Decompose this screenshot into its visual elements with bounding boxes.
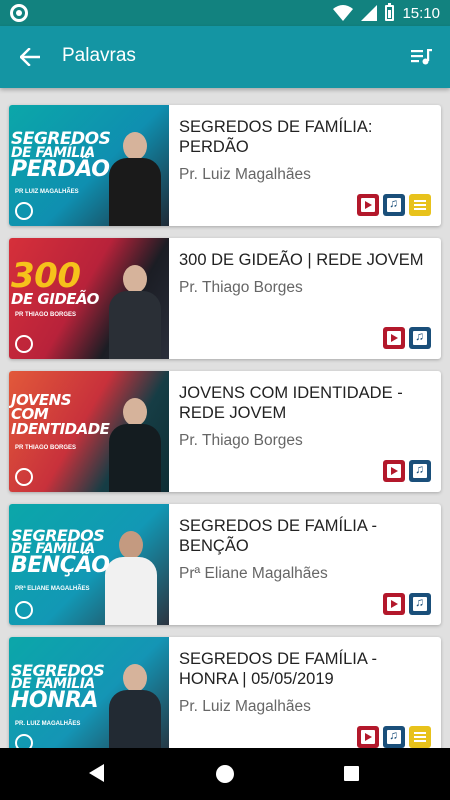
wifi-icon (333, 5, 354, 21)
audio-icon[interactable] (409, 327, 431, 349)
playlist-button[interactable] (406, 41, 438, 73)
status-icons: 15:10 (333, 3, 440, 23)
nav-recents-icon[interactable] (344, 766, 359, 781)
thumbnail-line: HONRA (11, 688, 99, 714)
thumbnail-subtitle: PR LUIZ MAGALHÃES (15, 189, 79, 195)
sermon-thumbnail: SEGREDOS DE FAMÍLIA PERDÃO PR LUIZ MAGAL… (9, 105, 169, 226)
system-nav-bar (0, 748, 450, 800)
battery-icon (385, 3, 395, 21)
sermon-title: SEGREDOS DE FAMÍLIA - HONRA | 05/05/2019 (179, 650, 378, 688)
sermon-title: SEGREDOS DE FAMÍLIA: PERDÃO (179, 118, 373, 156)
video-icon[interactable] (357, 194, 379, 216)
thumbnail-line: IDENTIDADE (11, 419, 110, 438)
sermon-thumbnail: SEGREDOS DE FAMÍLIA HONRA PR. LUIZ MAGAL… (9, 637, 169, 748)
audio-icon[interactable] (409, 593, 431, 615)
church-logo-icon (15, 601, 33, 619)
sermon-title: JOVENS COM IDENTIDADE - REDE JOVEM (179, 384, 403, 422)
rede-jovem-logo-icon (15, 468, 33, 486)
sermon-card[interactable]: SEGREDOS DE FAMÍLIA HONRA PR. LUIZ MAGAL… (9, 637, 441, 748)
thumbnail-subtitle: PR THIAGO BORGES (15, 312, 77, 318)
thumbnail-line: PERDÃO (11, 157, 110, 183)
nav-back-icon[interactable] (89, 764, 104, 782)
thumbnail-line: BENÇÃO (11, 553, 110, 579)
sermon-card[interactable]: SEGREDOS DE FAMÍLIA PERDÃO PR LUIZ MAGAL… (9, 105, 441, 226)
thumbnail-subtitle: PR. LUIZ MAGALHÃES (15, 721, 81, 727)
text-icon[interactable] (409, 726, 431, 748)
sermon-thumbnail: JOVENS COM IDENTIDADE PR THIAGO BORGES (9, 371, 169, 492)
audio-icon[interactable] (409, 460, 431, 482)
thumbnail-subtitle: PR THIAGO BORGES (15, 445, 77, 451)
sermon-thumbnail: 300 DE GIDEÃO PR THIAGO BORGES (9, 238, 169, 359)
video-icon[interactable] (383, 327, 405, 349)
church-logo-icon (15, 202, 33, 220)
sermon-card[interactable]: JOVENS COM IDENTIDADE PR THIAGO BORGES J… (9, 371, 441, 492)
rede-jovem-logo-icon (15, 335, 33, 353)
sermon-author: Pr. Thiago Borges (179, 432, 303, 449)
audio-icon[interactable] (383, 726, 405, 748)
status-time: 15:10 (402, 4, 440, 22)
video-icon[interactable] (383, 460, 405, 482)
sermon-author: Pr. Thiago Borges (179, 279, 303, 296)
media-icons (383, 593, 431, 615)
sermon-author: Prª Eliane Magalhães (179, 565, 328, 582)
media-icons (383, 327, 431, 349)
nav-home-icon[interactable] (216, 765, 234, 783)
sermon-info: JOVENS COM IDENTIDADE - REDE JOVEM Pr. T… (169, 371, 441, 492)
media-icons (383, 460, 431, 482)
text-icon[interactable] (409, 194, 431, 216)
video-icon[interactable] (357, 726, 379, 748)
notification-icon (10, 4, 28, 22)
media-icons (357, 194, 431, 216)
sermon-info: 300 DE GIDEÃO | REDE JOVEM Pr. Thiago Bo… (169, 238, 441, 359)
sermon-author: Pr. Luiz Magalhães (179, 698, 311, 715)
thumbnail-line: 300 (11, 256, 81, 296)
thumbnail-line: DE GIDEÃO (11, 290, 99, 309)
arrow-back-icon (20, 48, 40, 66)
video-icon[interactable] (383, 593, 405, 615)
sermon-card[interactable]: SEGREDOS DE FAMÍLIA BENÇÃO PRª ELIANE MA… (9, 504, 441, 625)
media-icons (357, 726, 431, 748)
app-bar: Palavras (0, 26, 450, 88)
sermon-info: SEGREDOS DE FAMÍLIA: PERDÃO Pr. Luiz Mag… (169, 105, 441, 226)
church-logo-icon (15, 734, 33, 748)
status-bar: 15:10 (0, 0, 450, 26)
sermon-info: SEGREDOS DE FAMÍLIA - HONRA | 05/05/2019… (169, 637, 441, 748)
sermon-author: Pr. Luiz Magalhães (179, 166, 311, 183)
playlist-music-icon (411, 49, 432, 65)
sermon-card[interactable]: 300 DE GIDEÃO PR THIAGO BORGES 300 DE GI… (9, 238, 441, 359)
signal-icon (361, 5, 378, 21)
sermon-thumbnail: SEGREDOS DE FAMÍLIA BENÇÃO PRª ELIANE MA… (9, 504, 169, 625)
audio-icon[interactable] (383, 194, 405, 216)
page-title: Palavras (62, 45, 136, 66)
back-button[interactable] (14, 41, 46, 73)
sermon-list[interactable]: SEGREDOS DE FAMÍLIA PERDÃO PR LUIZ MAGAL… (0, 88, 450, 748)
sermon-title: 300 DE GIDEÃO | REDE JOVEM (179, 251, 424, 269)
sermon-title: SEGREDOS DE FAMÍLIA - BENÇÃO (179, 517, 378, 555)
sermon-info: SEGREDOS DE FAMÍLIA - BENÇÃO Prª Eliane … (169, 504, 441, 625)
thumbnail-subtitle: PRª ELIANE MAGALHÃES (15, 586, 90, 592)
